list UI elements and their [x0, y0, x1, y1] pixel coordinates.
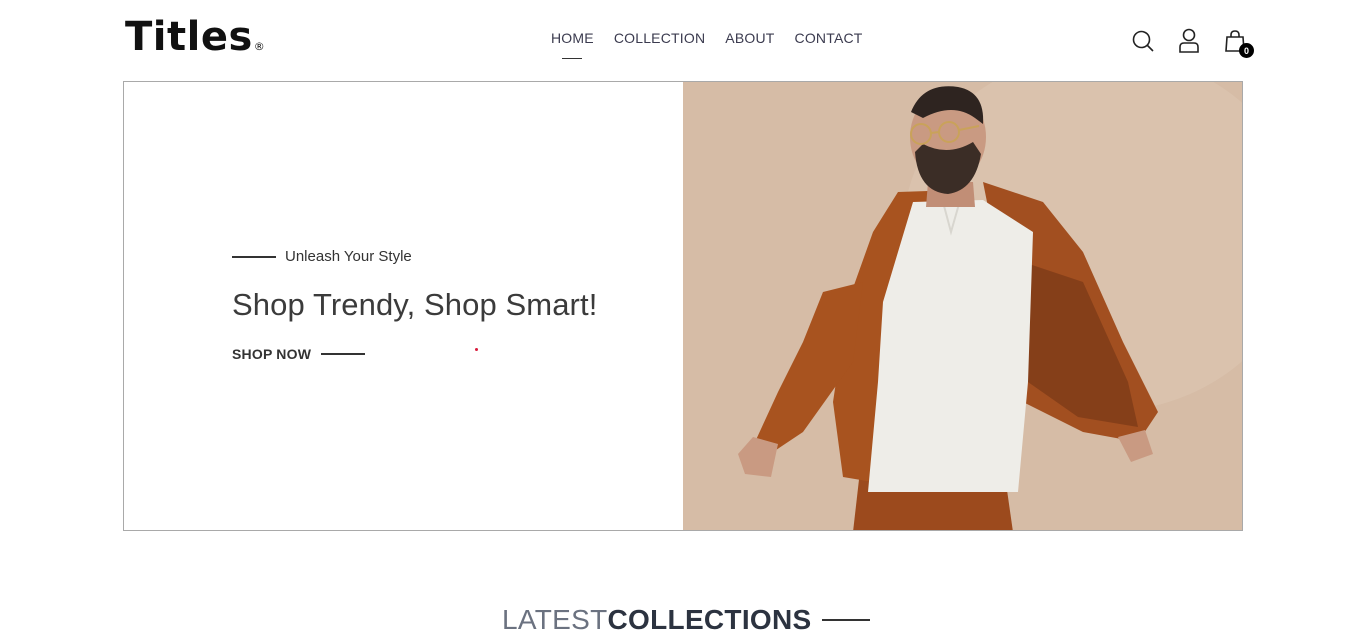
site-header: Titles® HOME COLLECTION ABOUT CONTACT 0 — [0, 0, 1366, 80]
cursor-dot — [475, 348, 478, 351]
hero-tagline: Unleash Your Style — [285, 248, 412, 265]
hero-banner: Unleash Your Style Shop Trendy, Shop Sma… — [123, 81, 1243, 531]
shop-now-label: SHOP NOW — [232, 346, 312, 362]
section-title-bold: COLLECTIONS — [607, 604, 812, 635]
nav-about[interactable]: ABOUT — [725, 30, 774, 52]
model-illustration — [682, 82, 1242, 530]
hero-headline: Shop Trendy, Shop Smart! — [232, 287, 598, 322]
nav-collection[interactable]: COLLECTION — [614, 30, 705, 52]
latest-collections-heading: LATEST COLLECTIONS — [502, 604, 870, 636]
brand-logo[interactable]: Titles® — [125, 14, 265, 60]
section-title-divider — [821, 619, 870, 621]
user-icon[interactable] — [1176, 26, 1202, 56]
model-photo — [682, 82, 1242, 530]
nav-contact[interactable]: CONTACT — [795, 30, 863, 52]
shop-now-divider — [321, 353, 366, 355]
nav-home[interactable]: HOME — [551, 30, 594, 52]
search-icon[interactable] — [1130, 26, 1156, 56]
shopping-bag-icon[interactable]: 0 — [1222, 26, 1254, 58]
registered-mark: ® — [253, 40, 266, 53]
cart-count-badge: 0 — [1239, 43, 1254, 58]
brand-name: Titles — [125, 14, 253, 60]
hero-text-panel: Unleash Your Style Shop Trendy, Shop Sma… — [124, 82, 683, 530]
header-icons: 0 — [1130, 26, 1254, 58]
section-title-light: LATEST — [502, 604, 608, 635]
tagline-divider — [232, 255, 276, 258]
tagline-row: Unleash Your Style — [232, 248, 412, 265]
main-nav: HOME COLLECTION ABOUT CONTACT — [551, 30, 863, 52]
shop-now-link[interactable]: SHOP NOW — [232, 346, 366, 362]
